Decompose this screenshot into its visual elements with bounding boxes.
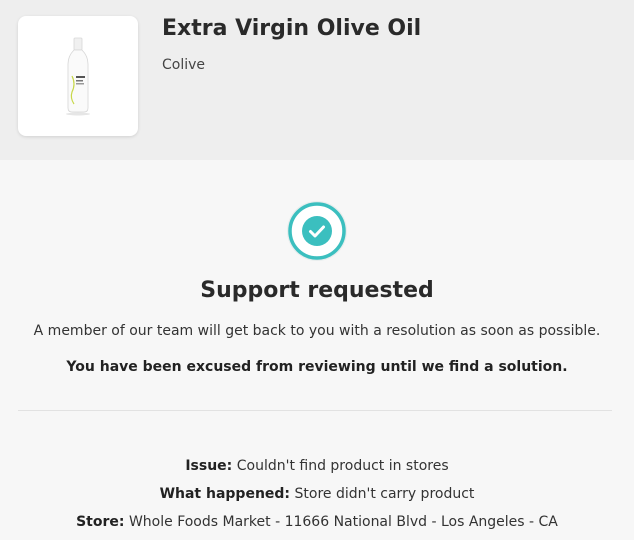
what-happened-label: What happened:	[159, 486, 291, 502]
store-row: Store: Whole Foods Market - 11666 Nation…	[0, 508, 634, 536]
store-label: Store:	[76, 514, 125, 530]
product-title: Extra Virgin Olive Oil	[162, 16, 422, 41]
status-message: A member of our team will get back to yo…	[33, 323, 601, 339]
divider	[18, 410, 612, 411]
support-details: Issue: Couldn't find product in stores W…	[0, 452, 634, 536]
issue-row: Issue: Couldn't find product in stores	[0, 452, 634, 480]
store-value: Whole Foods Market - 11666 National Blvd…	[128, 514, 558, 530]
what-happened-row: What happened: Store didn't carry produc…	[0, 480, 634, 508]
product-image	[18, 16, 138, 136]
status-note: You have been excused from reviewing unt…	[66, 359, 568, 375]
issue-label: Issue:	[185, 458, 233, 474]
product-header: Extra Virgin Olive Oil Colive	[0, 0, 634, 160]
issue-value: Couldn't find product in stores	[236, 458, 449, 474]
olive-oil-bottle-icon	[66, 37, 90, 116]
check-circle-icon	[286, 200, 348, 266]
support-confirmation: Support requested A member of our team w…	[0, 160, 634, 540]
status-headline: Support requested	[200, 278, 434, 303]
what-happened-value: Store didn't carry product	[294, 486, 475, 502]
product-brand: Colive	[162, 57, 206, 73]
